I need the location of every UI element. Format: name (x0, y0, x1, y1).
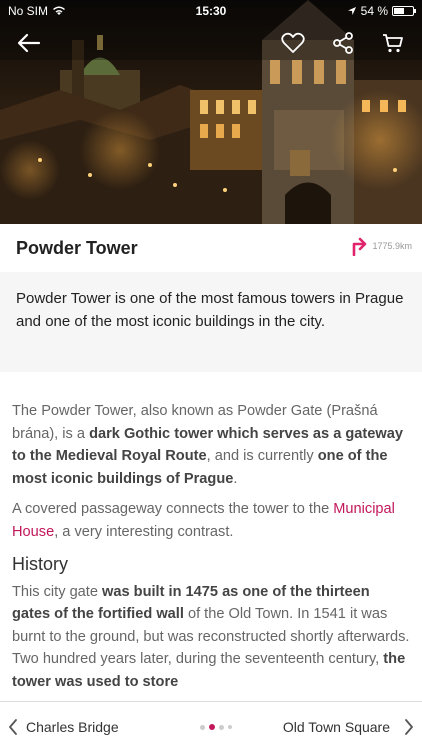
cart-button[interactable] (380, 30, 406, 56)
heart-icon (281, 32, 305, 53)
chevron-right-icon (405, 718, 413, 735)
text: A covered passageway connects the tower … (12, 501, 334, 518)
page-indicator (200, 724, 232, 730)
page-title: Powder Tower (16, 237, 138, 258)
battery-icon (392, 6, 416, 16)
chevron-left-icon (9, 718, 17, 735)
status-right: 54 % (347, 4, 416, 18)
paragraph: This city gate was built in 1475 as one … (12, 581, 410, 694)
directions-arrow-icon (353, 237, 367, 256)
paragraph: The Powder Tower, also known as Powder G… (12, 400, 410, 490)
location-arrow-icon (347, 7, 356, 15)
intro-text: Powder Tower is one of the most famous t… (16, 290, 404, 330)
prev-place-label: Charles Bridge (26, 718, 119, 735)
text: , and is currently (206, 448, 318, 465)
carrier-info: No SIM (8, 4, 66, 18)
night-city-photo (0, 0, 422, 224)
next-place-button[interactable]: Old Town Square (283, 702, 414, 750)
arrow-left-icon (17, 33, 41, 53)
page-dot (219, 724, 224, 730)
prev-place-button[interactable]: Charles Bridge (8, 702, 119, 750)
distance-badge[interactable]: 1775.9km (351, 236, 412, 256)
next-place-label: Old Town Square (282, 718, 390, 735)
wifi-icon (53, 6, 66, 15)
share-button[interactable] (330, 30, 356, 56)
page-dot (200, 724, 205, 730)
page-dot-active (209, 724, 215, 730)
carrier-label: No SIM (8, 4, 49, 18)
text: This city gate (12, 583, 103, 600)
intro-section: Powder Tower is one of the most famous t… (0, 272, 422, 372)
page-dot (228, 725, 232, 729)
hero-image: No SIM 15:30 54 % (0, 0, 422, 224)
text: . (233, 470, 238, 487)
bottom-navigation: Charles Bridge Old Town Square (0, 701, 422, 750)
share-icon (333, 32, 353, 54)
back-button[interactable] (16, 30, 42, 56)
battery-percent: 54 % (360, 4, 388, 18)
title-row: Powder Tower 1775.9km (0, 224, 422, 272)
battery-fill (394, 8, 404, 14)
paragraph: A covered passageway connects the tower … (12, 498, 410, 543)
cart-icon (383, 34, 403, 53)
distance-value: 1775.9km (372, 241, 412, 251)
status-bar: No SIM 15:30 54 % (0, 0, 422, 22)
clock: 15:30 (195, 4, 227, 18)
section-heading: History (12, 553, 69, 574)
text: , a very interesting contrast. (54, 523, 234, 540)
article-body: The Powder Tower, also known as Powder G… (0, 400, 422, 702)
favorite-button[interactable] (280, 30, 306, 56)
